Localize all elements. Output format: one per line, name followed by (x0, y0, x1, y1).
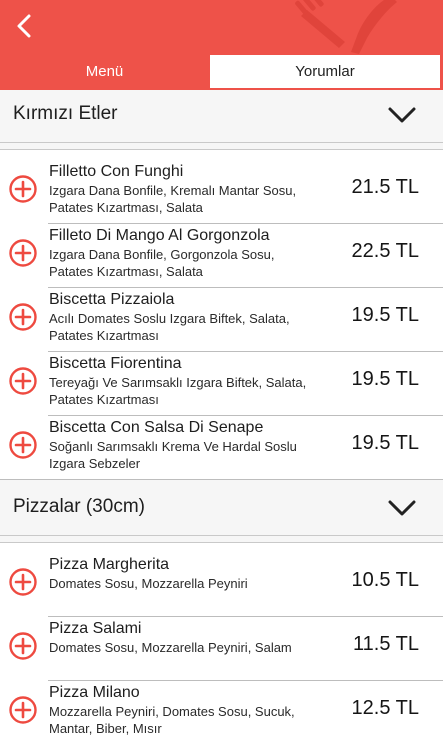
list-item[interactable]: Filleto Di Mango Al Gorgonzola Izgara Da… (0, 224, 443, 288)
item-price: 11.5 TL (353, 633, 419, 655)
item-price: 10.5 TL (351, 569, 419, 591)
item-price: 19.5 TL (351, 432, 419, 454)
list-item[interactable]: Filletto Con Funghi Izgara Dana Bonfile,… (0, 160, 443, 224)
item-description: Domates Sosu, Mozzarella Peyniri, Salam (49, 640, 292, 655)
item-name: Biscetta Con Salsa Di Senape (49, 419, 264, 436)
item-name: Filletto Con Funghi (49, 163, 184, 180)
add-circle-icon[interactable] (8, 430, 38, 460)
list-item[interactable]: Biscetta Fiorentina Tereyağı Ve Sarımsak… (0, 352, 443, 416)
section-title: Kırmızı Etler (13, 103, 118, 124)
item-name: Pizza Milano (49, 684, 140, 701)
item-price: 21.5 TL (351, 176, 419, 198)
tab-menu[interactable]: Menü (0, 54, 209, 88)
list-item[interactable]: Pizza Milano Mozzarella Peyniri, Domates… (0, 681, 443, 738)
tab-reviews[interactable]: Yorumlar (209, 54, 441, 89)
item-price: 19.5 TL (351, 368, 419, 390)
section-items-pizzas: Pizza Margherita Domates Sosu, Mozzarell… (0, 542, 443, 738)
list-item[interactable]: Biscetta Con Salsa Di Senape Soğanlı Sar… (0, 416, 443, 480)
section-header-pizzas[interactable]: Pizzalar (30cm) (0, 483, 443, 536)
item-description: Izgara Dana Bonfile, Kremalı Mantar Sosu… (49, 183, 297, 215)
section-header-red-meats[interactable]: Kırmızı Etler (0, 90, 443, 143)
item-description: Soğanlı Sarımsaklı Krema Ve Hardal Soslu… (49, 439, 297, 471)
add-circle-icon[interactable] (8, 174, 38, 204)
item-price: 12.5 TL (351, 697, 419, 719)
chevron-left-icon (17, 14, 31, 38)
tab-bar: Menü Yorumlar (0, 54, 443, 90)
item-price: 22.5 TL (351, 240, 419, 262)
add-circle-icon[interactable] (8, 695, 38, 725)
back-button[interactable] (8, 9, 42, 43)
add-circle-icon[interactable] (8, 567, 38, 597)
add-circle-icon[interactable] (8, 238, 38, 268)
chevron-down-icon[interactable] (387, 105, 417, 125)
add-circle-icon[interactable] (8, 302, 38, 332)
item-description: Domates Sosu, Mozzarella Peyniri (49, 576, 248, 591)
divider (0, 479, 443, 480)
section-items-red-meats: Filletto Con Funghi Izgara Dana Bonfile,… (0, 149, 443, 480)
item-name: Pizza Margherita (49, 556, 170, 573)
item-price: 19.5 TL (351, 304, 419, 326)
item-name: Biscetta Pizzaiola (49, 291, 175, 308)
item-description: Izgara Dana Bonfile, Gorgonzola Sosu, Pa… (49, 247, 275, 279)
item-description: Acılı Domates Soslu Izgara Biftek, Salat… (49, 311, 290, 343)
add-circle-icon[interactable] (8, 631, 38, 661)
fork-knife-icon (295, 0, 397, 54)
list-item[interactable]: Pizza Salami Domates Sosu, Mozzarella Pe… (0, 617, 443, 681)
add-circle-icon[interactable] (8, 366, 38, 396)
section-title: Pizzalar (30cm) (13, 496, 145, 517)
list-item[interactable]: Biscetta Pizzaiola Acılı Domates Soslu I… (0, 288, 443, 352)
item-description: Tereyağı Ve Sarımsaklı Izgara Biftek, Sa… (49, 375, 307, 407)
chevron-down-icon[interactable] (387, 498, 417, 518)
item-name: Biscetta Fiorentina (49, 355, 182, 372)
item-name: Filleto Di Mango Al Gorgonzola (49, 227, 270, 244)
list-item[interactable]: Pizza Margherita Domates Sosu, Mozzarell… (0, 553, 443, 617)
top-bar (0, 0, 443, 54)
item-name: Pizza Salami (49, 620, 142, 637)
menu-list[interactable]: Kırmızı Etler Filletto Con Funghi Izgara… (0, 90, 443, 738)
item-description: Mozzarella Peyniri, Domates Sosu, Sucuk,… (49, 704, 295, 736)
